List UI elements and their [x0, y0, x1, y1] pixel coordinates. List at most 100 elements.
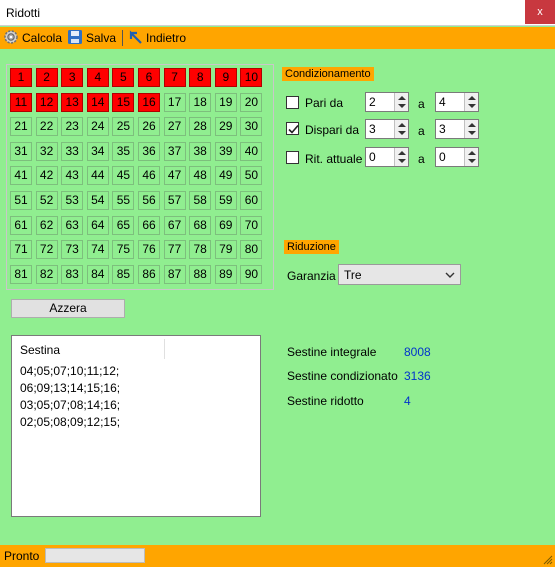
- list-item[interactable]: 06;09;13;14;15;16;: [20, 381, 120, 395]
- number-cell[interactable]: 87: [163, 264, 186, 284]
- number-cell[interactable]: 72: [35, 240, 58, 260]
- dispari-from-stepper[interactable]: 3: [365, 119, 409, 139]
- number-cell[interactable]: 28: [189, 117, 212, 137]
- number-cell[interactable]: 31: [10, 141, 32, 161]
- number-cell[interactable]: 40: [240, 141, 263, 161]
- number-cell[interactable]: 39: [214, 141, 237, 161]
- number-cell[interactable]: 44: [86, 166, 109, 186]
- number-cell[interactable]: 70: [240, 215, 263, 235]
- number-cell[interactable]: 47: [163, 166, 186, 186]
- number-cell[interactable]: 62: [35, 215, 58, 235]
- garanzia-select[interactable]: Tre: [338, 264, 461, 285]
- number-cell[interactable]: 26: [138, 117, 160, 137]
- number-cell[interactable]: 33: [61, 141, 84, 161]
- resize-grip-icon[interactable]: [543, 555, 553, 565]
- calcola-button[interactable]: Calcola: [3, 29, 62, 47]
- number-cell[interactable]: 77: [163, 240, 186, 260]
- number-cell[interactable]: 2: [35, 68, 58, 87]
- number-cell[interactable]: 22: [35, 117, 58, 137]
- number-cell[interactable]: 75: [112, 240, 135, 260]
- number-cell[interactable]: 55: [112, 191, 135, 210]
- number-cell[interactable]: 19: [214, 92, 237, 112]
- number-cell[interactable]: 42: [35, 166, 58, 186]
- number-cell[interactable]: 73: [61, 240, 84, 260]
- number-cell[interactable]: 50: [240, 166, 263, 186]
- number-cell[interactable]: 12: [35, 92, 58, 112]
- number-cell[interactable]: 10: [240, 68, 263, 87]
- number-cell[interactable]: 56: [138, 191, 160, 210]
- number-cell[interactable]: 14: [86, 92, 109, 112]
- sestine-list[interactable]: Sestina 04;05;07;10;11;12; 06;09;13;14;1…: [11, 335, 261, 517]
- number-cell[interactable]: 5: [112, 68, 135, 87]
- ritardo-checkbox[interactable]: [286, 151, 299, 164]
- azzera-button[interactable]: Azzera: [11, 299, 125, 318]
- number-cell[interactable]: 48: [189, 166, 212, 186]
- number-cell[interactable]: 89: [214, 264, 237, 284]
- indietro-button[interactable]: Indietro: [127, 29, 186, 47]
- number-cell[interactable]: 84: [86, 264, 109, 284]
- number-cell[interactable]: 88: [189, 264, 212, 284]
- number-cell[interactable]: 85: [112, 264, 135, 284]
- number-cell[interactable]: 17: [163, 92, 186, 112]
- number-cell[interactable]: 57: [163, 191, 186, 210]
- sestina-column-header[interactable]: Sestina: [20, 343, 60, 357]
- number-cell[interactable]: 76: [138, 240, 160, 260]
- number-cell[interactable]: 54: [86, 191, 109, 210]
- number-cell[interactable]: 68: [189, 215, 212, 235]
- number-cell[interactable]: 79: [214, 240, 237, 260]
- number-cell[interactable]: 49: [214, 166, 237, 186]
- number-cell[interactable]: 67: [163, 215, 186, 235]
- number-cell[interactable]: 3: [61, 68, 84, 87]
- number-cell[interactable]: 35: [112, 141, 135, 161]
- list-item[interactable]: 03;05;07;08;14;16;: [20, 398, 120, 412]
- number-cell[interactable]: 20: [240, 92, 263, 112]
- number-cell[interactable]: 11: [10, 92, 32, 112]
- number-cell[interactable]: 43: [61, 166, 84, 186]
- number-cell[interactable]: 16: [138, 92, 160, 112]
- number-cell[interactable]: 86: [138, 264, 160, 284]
- number-cell[interactable]: 34: [86, 141, 109, 161]
- number-cell[interactable]: 41: [10, 166, 32, 186]
- ritardo-to-stepper[interactable]: 0: [435, 147, 479, 167]
- number-cell[interactable]: 27: [163, 117, 186, 137]
- list-item[interactable]: 02;05;08;09;12;15;: [20, 415, 120, 429]
- number-cell[interactable]: 71: [10, 240, 32, 260]
- pari-checkbox[interactable]: [286, 96, 299, 109]
- number-cell[interactable]: 9: [214, 68, 237, 87]
- number-cell[interactable]: 36: [138, 141, 160, 161]
- number-cell[interactable]: 82: [35, 264, 58, 284]
- number-cell[interactable]: 21: [10, 117, 32, 137]
- number-cell[interactable]: 69: [214, 215, 237, 235]
- number-cell[interactable]: 8: [189, 68, 212, 87]
- number-cell[interactable]: 90: [240, 264, 263, 284]
- number-cell[interactable]: 46: [138, 166, 160, 186]
- number-cell[interactable]: 61: [10, 215, 32, 235]
- number-cell[interactable]: 15: [112, 92, 135, 112]
- number-cell[interactable]: 6: [138, 68, 160, 87]
- number-cell[interactable]: 13: [61, 92, 84, 112]
- number-cell[interactable]: 25: [112, 117, 135, 137]
- number-cell[interactable]: 7: [163, 68, 186, 87]
- number-cell[interactable]: 38: [189, 141, 212, 161]
- pari-to-stepper[interactable]: 4: [435, 92, 479, 112]
- number-cell[interactable]: 60: [240, 191, 263, 210]
- number-cell[interactable]: 65: [112, 215, 135, 235]
- pari-from-stepper[interactable]: 2: [365, 92, 409, 112]
- number-cell[interactable]: 66: [138, 215, 160, 235]
- number-cell[interactable]: 83: [61, 264, 84, 284]
- number-cell[interactable]: 51: [10, 191, 32, 210]
- dispari-to-stepper[interactable]: 3: [435, 119, 479, 139]
- number-cell[interactable]: 58: [189, 191, 212, 210]
- number-cell[interactable]: 59: [214, 191, 237, 210]
- number-cell[interactable]: 37: [163, 141, 186, 161]
- number-cell[interactable]: 63: [61, 215, 84, 235]
- number-cell[interactable]: 30: [240, 117, 263, 137]
- ritardo-from-stepper[interactable]: 0: [365, 147, 409, 167]
- salva-button[interactable]: Salva: [67, 29, 116, 47]
- number-cell[interactable]: 29: [214, 117, 237, 137]
- number-cell[interactable]: 80: [240, 240, 263, 260]
- number-cell[interactable]: 1: [10, 68, 32, 87]
- number-cell[interactable]: 45: [112, 166, 135, 186]
- number-cell[interactable]: 53: [61, 191, 84, 210]
- number-cell[interactable]: 74: [86, 240, 109, 260]
